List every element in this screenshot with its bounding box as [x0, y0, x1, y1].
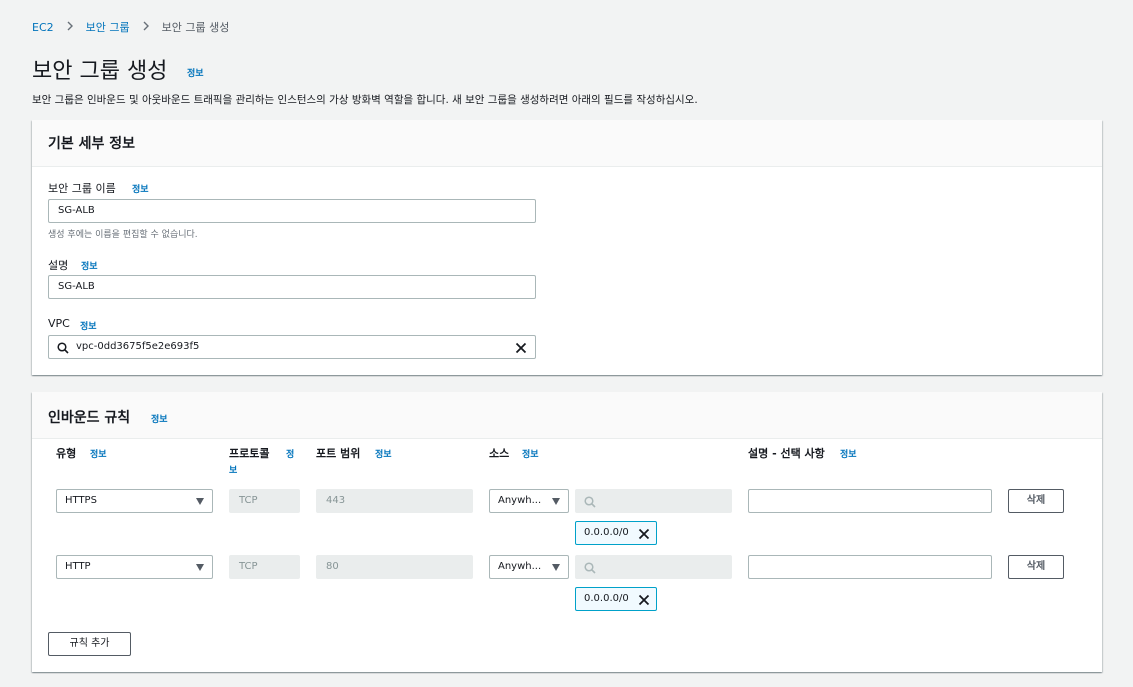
page-title-info-link[interactable]: 정보 — [187, 66, 204, 79]
cidr-token: 0.0.0.0/0 — [575, 587, 657, 611]
sg-name-hint: 생성 후에는 이름을 편집할 수 없습니다. — [48, 230, 198, 240]
col-port: 포트 범위 — [316, 447, 361, 460]
close-icon[interactable] — [638, 593, 650, 615]
sg-name-label: 보안 그룹 이름 — [48, 182, 116, 195]
search-icon — [57, 341, 69, 363]
inbound-rules-header — [32, 392, 1102, 439]
col-port-info-link[interactable]: 정보 — [375, 447, 392, 460]
rule-description-input[interactable] — [748, 555, 992, 579]
col-source-info-link[interactable]: 정보 — [522, 447, 539, 460]
page-title: 보안 그룹 생성 — [32, 59, 168, 84]
breadcrumb: EC2 보안 그룹 보안 그룹 생성 — [32, 19, 229, 35]
close-icon[interactable] — [638, 527, 650, 549]
description-info-link[interactable]: 정보 — [81, 259, 98, 272]
delete-rule-button[interactable]: 삭제 — [1008, 555, 1064, 579]
rule-type-select[interactable]: HTTP — [56, 555, 213, 579]
rule-protocol: TCP — [229, 489, 300, 513]
caret-down-icon — [196, 498, 204, 505]
vpc-value: vpc-0dd3675f5e2e693f5 — [76, 341, 200, 352]
chevron-right-icon — [66, 21, 74, 34]
col-type: 유형 — [56, 447, 77, 460]
rule-source-select[interactable]: Anywh... — [489, 489, 569, 513]
search-icon — [584, 561, 596, 583]
breadcrumb-current: 보안 그룹 생성 — [161, 21, 230, 34]
col-protocol-info-link-1[interactable]: 정 — [286, 447, 294, 460]
col-protocol: 프로토콜 — [229, 447, 270, 460]
description-label: 설명 — [48, 259, 69, 272]
inbound-rules-panel: 인바운드 규칙 정보 유형 정보 프로토콜 정 보 포트 범위 정보 소스 정보… — [32, 392, 1102, 672]
breadcrumb-security-groups[interactable]: 보안 그룹 — [86, 19, 130, 35]
rule-source-search[interactable] — [575, 555, 732, 579]
basic-details-title: 기본 세부 정보 — [48, 136, 136, 152]
sg-name-input[interactable]: SG-ALB — [48, 199, 536, 223]
rule-type-select[interactable]: HTTPS — [56, 489, 213, 513]
page-description: 보안 그룹은 인바운드 및 아웃바운드 트래픽을 관리하는 인스턴스의 가상 방… — [32, 94, 698, 106]
inbound-rules-info-link[interactable]: 정보 — [151, 412, 168, 425]
vpc-search-input[interactable]: vpc-0dd3675f5e2e693f5 — [48, 335, 536, 359]
caret-down-icon — [552, 564, 560, 571]
basic-details-header — [32, 120, 1102, 167]
sg-name-info-link[interactable]: 정보 — [132, 182, 149, 195]
inbound-rules-title: 인바운드 규칙 — [48, 410, 131, 426]
delete-rule-button[interactable]: 삭제 — [1008, 489, 1064, 513]
vpc-label: VPC — [48, 317, 70, 330]
cidr-token: 0.0.0.0/0 — [575, 521, 657, 545]
description-input[interactable]: SG-ALB — [48, 275, 536, 299]
rule-description-input[interactable] — [748, 489, 992, 513]
caret-down-icon — [552, 498, 560, 505]
vpc-info-link[interactable]: 정보 — [80, 319, 97, 332]
col-protocol-info-link-2[interactable]: 보 — [229, 463, 237, 476]
rule-protocol: TCP — [229, 555, 300, 579]
col-type-info-link[interactable]: 정보 — [90, 447, 107, 460]
rule-source-select[interactable]: Anywh... — [489, 555, 569, 579]
search-icon — [584, 495, 596, 517]
col-source: 소스 — [489, 447, 510, 460]
rule-port: 443 — [316, 489, 473, 513]
chevron-right-icon — [142, 21, 150, 34]
rule-port: 80 — [316, 555, 473, 579]
add-rule-button[interactable]: 규칙 추가 — [48, 632, 131, 656]
close-icon[interactable] — [515, 341, 527, 363]
col-description-info-link[interactable]: 정보 — [840, 447, 857, 460]
rule-source-search[interactable] — [575, 489, 732, 513]
basic-details-panel: 기본 세부 정보 보안 그룹 이름 정보 SG-ALB 생성 후에는 이름을 편… — [32, 120, 1102, 375]
caret-down-icon — [196, 564, 204, 571]
breadcrumb-ec2[interactable]: EC2 — [32, 21, 54, 34]
col-description: 설명 - 선택 사항 — [748, 447, 825, 460]
